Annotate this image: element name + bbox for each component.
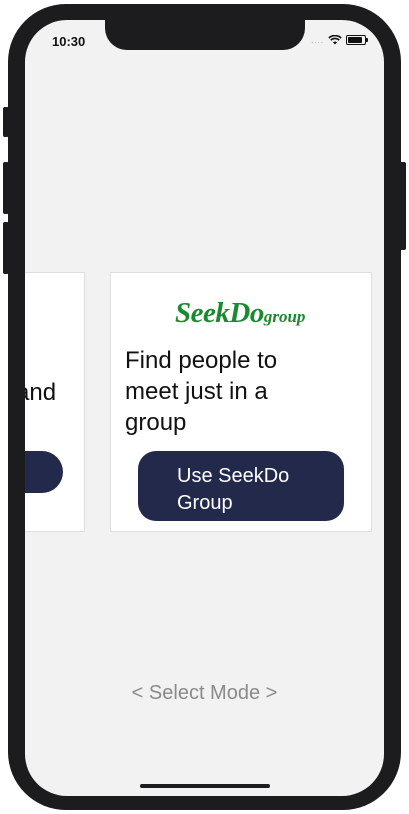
- volume-up-button: [3, 162, 9, 214]
- card-previous-button[interactable]: [25, 451, 63, 493]
- wifi-icon: [328, 35, 342, 45]
- screen: 10:30 .... and SeekDogroup Find people t…: [25, 20, 384, 796]
- status-icons: ....: [311, 35, 368, 45]
- card-description: Find people to meet just in a group: [125, 347, 278, 436]
- use-seekdo-group-button[interactable]: Use SeekDo Group: [138, 451, 344, 521]
- battery-icon: [346, 35, 368, 45]
- mode-card-group[interactable]: SeekDogroup Find people to meet just in …: [110, 272, 372, 532]
- signal-icon: ....: [311, 35, 324, 45]
- home-indicator[interactable]: [140, 784, 270, 788]
- notch: [105, 20, 305, 50]
- logo-sub-text: group: [263, 307, 306, 326]
- volume-down-button: [3, 222, 9, 274]
- card-previous-text: and: [25, 379, 57, 406]
- logo-main-text: SeekDo: [175, 297, 264, 329]
- seekdo-group-logo: SeekDogroup: [175, 297, 305, 330]
- mute-switch: [3, 107, 9, 137]
- select-mode-label[interactable]: < Select Mode >: [25, 682, 384, 705]
- status-time: 10:30: [52, 34, 86, 49]
- power-button: [400, 162, 406, 250]
- mode-card-previous[interactable]: and: [25, 272, 85, 532]
